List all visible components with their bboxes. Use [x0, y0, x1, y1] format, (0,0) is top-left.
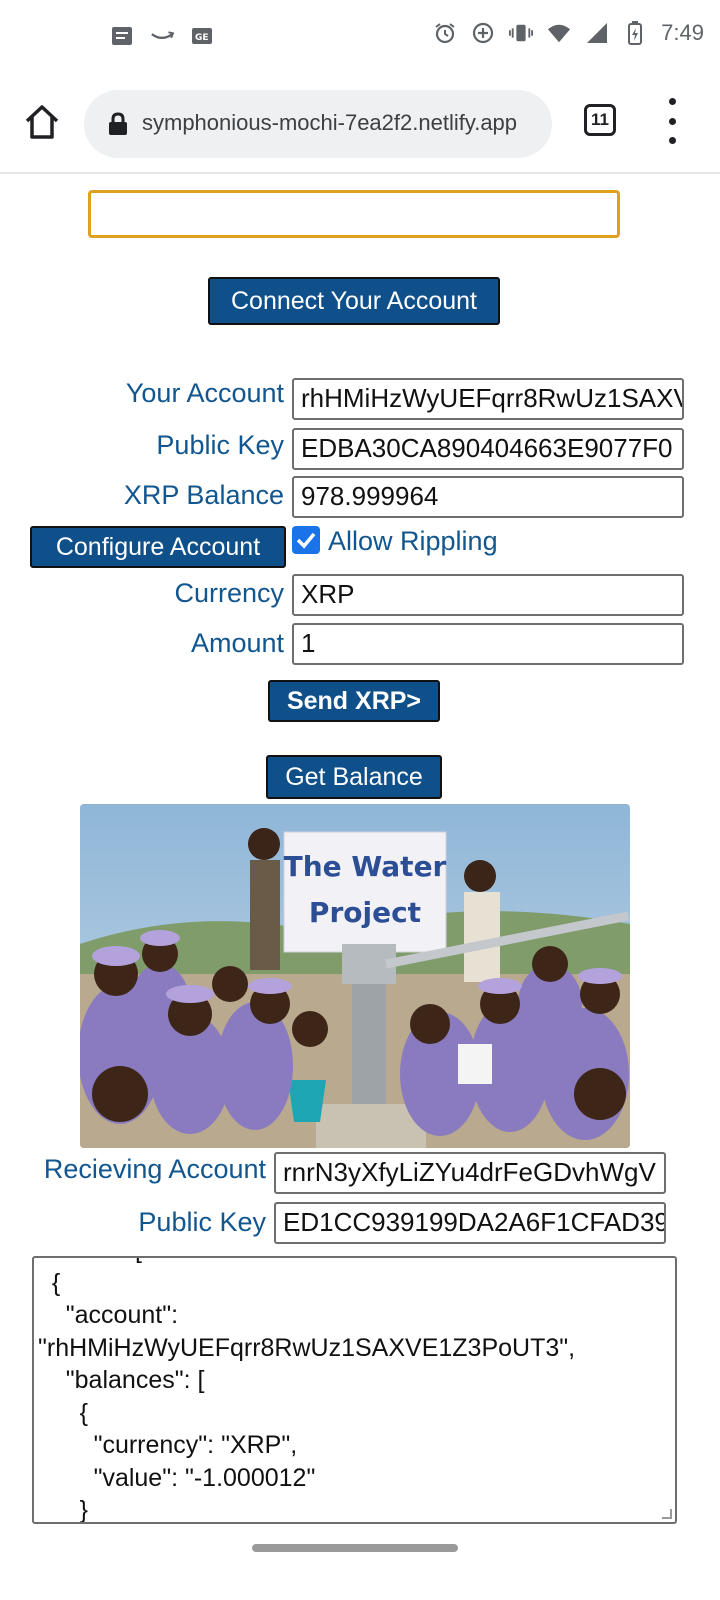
home-gesture-handle[interactable] — [252, 1544, 458, 1552]
gesture-nav-bar — [0, 1530, 720, 1600]
receiving-account-label: Recieving Account — [43, 1154, 266, 1184]
lock-icon — [108, 112, 128, 136]
allow-rippling-checkbox[interactable] — [292, 526, 320, 554]
status-time: 7:49 — [661, 20, 704, 45]
banner-line-1: The Water — [284, 850, 447, 883]
configure-account-button[interactable]: Configure Account — [30, 526, 286, 568]
receiving-public-key-label: Public Key — [138, 1207, 266, 1237]
resize-grip-icon[interactable] — [662, 1509, 672, 1519]
currency-label: Currency — [174, 578, 284, 608]
signal-icon — [585, 21, 609, 45]
tab-switcher-button[interactable]: 11 — [584, 104, 616, 136]
data-saver-icon — [471, 21, 495, 45]
browser-toolbar: symphonious-mochi-7ea2f2.netlify.app 11 — [0, 76, 720, 174]
banner-line-2: Project — [309, 896, 421, 929]
address-bar[interactable]: symphonious-mochi-7ea2f2.netlify.app — [84, 90, 552, 158]
page-content: Connect Your Account Your Account rhHMiH… — [0, 174, 720, 1554]
receiving-public-key-field[interactable]: ED1CC939199DA2A6F1CFAD39 — [274, 1202, 666, 1244]
news-icon: GE — [190, 24, 214, 48]
amount-field[interactable]: 1 — [292, 623, 684, 665]
alarm-icon — [433, 21, 457, 45]
your-account-field[interactable]: rhHMiHzWyUEFqrr8RwUz1SAXVE1Z3PoUT3 — [292, 378, 684, 420]
currency-field[interactable]: XRP — [292, 574, 684, 616]
send-xrp-button[interactable]: Send XRP> — [268, 680, 440, 722]
your-account-label: Your Account — [125, 378, 284, 408]
receiving-account-field[interactable]: rnrN3yXfyLiZYu4drFeGDvhWgV — [274, 1152, 666, 1194]
output-text: "lines": [ { "account": "rhHMiHzWyUEFqrr… — [38, 1258, 576, 1524]
secret-input[interactable] — [88, 190, 620, 238]
xrp-balance-label: XRP Balance — [123, 480, 284, 510]
more-menu-icon[interactable] — [660, 98, 684, 144]
wifi-icon — [547, 21, 571, 45]
water-project-photo: The Water Project — [80, 804, 630, 1148]
url-text: symphonious-mochi-7ea2f2.netlify.app — [142, 110, 518, 135]
amazon-icon — [150, 24, 174, 48]
svg-text:GE: GE — [195, 33, 209, 43]
public-key-field[interactable]: EDBA30CA890404663E9077F0 — [292, 428, 684, 470]
home-icon[interactable] — [22, 102, 62, 142]
get-balance-button[interactable]: Get Balance — [266, 755, 442, 799]
xrp-balance-field[interactable]: 978.999964 — [292, 476, 684, 518]
public-key-label: Public Key — [156, 430, 284, 460]
notes-icon — [110, 24, 134, 48]
connect-account-button[interactable]: Connect Your Account — [208, 277, 500, 325]
status-bar: GE 7:49 — [0, 0, 720, 76]
allow-rippling-label: Allow Rippling — [328, 526, 498, 556]
vibrate-icon — [509, 21, 534, 45]
amount-label: Amount — [190, 628, 284, 658]
output-textarea[interactable]: "lines": [ { "account": "rhHMiHzWyUEFqrr… — [32, 1256, 677, 1524]
battery-charging-icon — [623, 21, 647, 45]
